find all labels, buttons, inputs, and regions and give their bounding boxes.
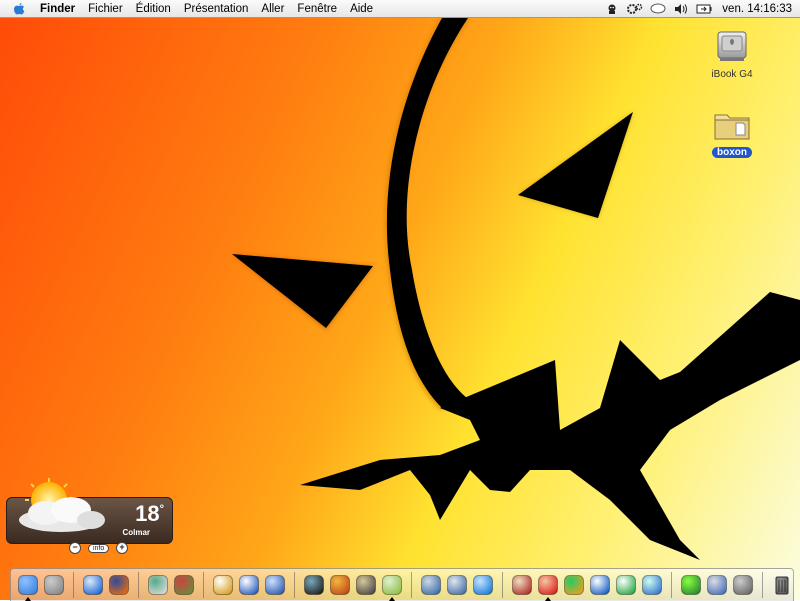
quicktime-icon — [473, 575, 493, 595]
trash-dock-item[interactable] — [771, 574, 793, 596]
character-icon — [538, 575, 558, 595]
imovie-icon — [304, 575, 324, 595]
skype-icon — [616, 575, 636, 595]
network-dock-item[interactable] — [446, 574, 468, 596]
desktop-icon-label: iBook G4 — [711, 69, 753, 80]
minus-icon: − — [69, 542, 81, 554]
robot-icon[interactable] — [604, 2, 620, 16]
dock — [10, 568, 794, 601]
dock-separator — [138, 572, 139, 598]
character-dock-item[interactable] — [537, 574, 559, 601]
menu-edition[interactable]: Édition — [136, 3, 171, 15]
iphoto-dock-item[interactable] — [355, 574, 377, 596]
dock-separator — [411, 572, 412, 598]
menubar-clock[interactable]: ven. 14:16:33 — [722, 3, 792, 15]
system-preferences-icon — [44, 575, 64, 595]
menu-presentation[interactable]: Présentation — [184, 3, 249, 15]
textedit-icon — [239, 575, 259, 595]
weather-widget[interactable]: 18° Colmar — [6, 478, 173, 544]
garageband-dock-item[interactable] — [329, 574, 351, 596]
dock-separator — [671, 572, 672, 598]
font-book-icon — [213, 575, 233, 595]
dock-separator — [502, 572, 503, 598]
menu-finder[interactable]: Finder — [40, 3, 75, 15]
ichat-icon — [642, 575, 662, 595]
grapher-icon — [733, 575, 753, 595]
script-icon — [707, 575, 727, 595]
mouth-shape — [300, 292, 800, 560]
desktop-icon-label-selected: boxon — [712, 147, 752, 158]
system-preferences-dock-item[interactable] — [43, 574, 65, 596]
itunes-icon — [382, 575, 402, 595]
menu-extras: ven. 14:16:33 — [597, 2, 792, 16]
hard-drive-icon — [717, 31, 747, 61]
menu-aller[interactable]: Aller — [261, 3, 284, 15]
apple-menu-icon[interactable] — [12, 2, 26, 16]
menu-fenetre[interactable]: Fenêtre — [297, 3, 337, 15]
desktop-icon-ibook[interactable]: iBook G4 — [697, 28, 767, 82]
s-dock-item[interactable] — [589, 574, 611, 596]
iphoto-icon — [356, 575, 376, 595]
skype-dock-item[interactable] — [615, 574, 637, 596]
stuffit-dock-item[interactable] — [173, 574, 195, 596]
garageband-icon — [330, 575, 350, 595]
safari-dock-item[interactable] — [82, 574, 104, 596]
preview-dock-item[interactable] — [147, 574, 169, 596]
font-book-dock-item[interactable] — [212, 574, 234, 596]
weather-minus-button[interactable]: − — [69, 542, 81, 554]
city-name: Colmar — [122, 528, 150, 537]
pumpkin-outline-shape — [386, 18, 468, 408]
textedit-dock-item[interactable] — [238, 574, 260, 596]
word-icon — [265, 575, 285, 595]
s-icon — [590, 575, 610, 595]
preview-icon — [148, 575, 168, 595]
stuffit-icon — [174, 575, 194, 595]
activity-monitor-icon — [681, 575, 701, 595]
ichat-dock-item[interactable] — [641, 574, 663, 596]
adium-dock-item[interactable] — [563, 574, 585, 596]
adium-icon — [564, 575, 584, 595]
dock-separator — [203, 572, 204, 598]
menu-fichier[interactable]: Fichier — [88, 3, 123, 15]
safari-icon — [83, 575, 103, 595]
itunes-dock-item[interactable] — [381, 574, 403, 601]
imovie-dock-item[interactable] — [303, 574, 325, 596]
desktop-icon-boxon[interactable]: boxon — [697, 110, 767, 160]
folder-icon — [714, 114, 750, 140]
menu-aide[interactable]: Aide — [350, 3, 373, 15]
left-eye-shape — [232, 254, 373, 328]
weather-plus-button[interactable]: + — [116, 542, 128, 554]
plus-icon: + — [116, 542, 128, 554]
menu-bar: Finder Fichier Édition Présentation Alle… — [0, 0, 800, 18]
gears-icon[interactable] — [627, 2, 643, 16]
word-dock-item[interactable] — [264, 574, 286, 596]
dock-separator — [294, 572, 295, 598]
address-book-dock-item[interactable] — [511, 574, 533, 596]
dock-separator — [762, 572, 763, 598]
grapher-dock-item[interactable] — [732, 574, 754, 596]
address-book-icon — [512, 575, 532, 595]
firefox-dock-item[interactable] — [108, 574, 130, 596]
iphoto-library-dock-item[interactable] — [420, 574, 442, 596]
activity-monitor-dock-item[interactable] — [680, 574, 702, 596]
quicktime-dock-item[interactable] — [472, 574, 494, 596]
network-icon — [447, 575, 467, 595]
volume-icon[interactable] — [673, 2, 689, 16]
firefox-icon — [109, 575, 129, 595]
trash-icon — [775, 576, 789, 595]
right-eye-shape — [518, 112, 633, 218]
battery-icon[interactable] — [696, 2, 712, 16]
temperature: 18° — [135, 501, 164, 526]
iphoto-library-icon — [421, 575, 441, 595]
sun-cloud-icon — [19, 478, 105, 532]
speech-bubble-icon[interactable] — [650, 2, 666, 16]
weather-info-button[interactable]: info — [88, 542, 110, 554]
finder-icon — [18, 575, 38, 595]
finder-dock-item[interactable] — [17, 574, 39, 601]
script-dock-item[interactable] — [706, 574, 728, 596]
dock-separator — [73, 572, 74, 598]
